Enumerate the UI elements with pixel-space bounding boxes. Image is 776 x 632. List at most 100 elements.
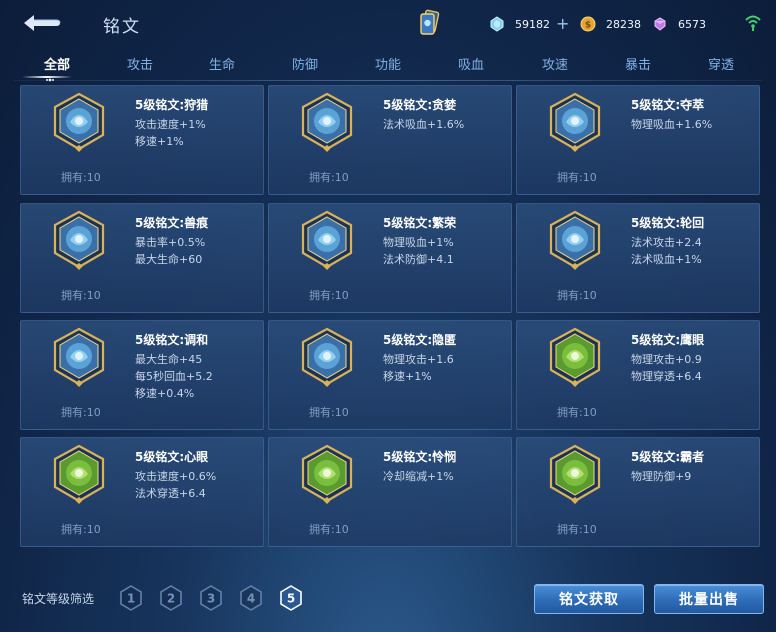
rune-attribute: 最大生命+45 bbox=[135, 353, 203, 366]
rune-attribute: 法术吸血+1% bbox=[631, 253, 702, 266]
greed-rune-icon bbox=[301, 92, 353, 152]
rune-card[interactable]: 5级铭文:隐匿 物理攻击+1.6 移速+1% 拥有:10 bbox=[268, 320, 512, 430]
rune-card[interactable]: 5级铭文:鹰眼 物理攻击+0.9 物理穿透+6.4 拥有:10 bbox=[516, 320, 760, 430]
rune-attribute: 移速+0.4% bbox=[135, 387, 195, 400]
rune-owned-count: 拥有:10 bbox=[61, 289, 101, 302]
tab-penetration[interactable]: 穿透 bbox=[708, 54, 734, 73]
rune-card[interactable]: 5级铭文:怜悯 冷却缩减+1% 拥有:10 bbox=[268, 437, 512, 547]
svg-text:$: $ bbox=[585, 21, 591, 31]
rune-name: 5级铭文:兽痕 bbox=[135, 216, 209, 230]
mind-eye-rune-icon bbox=[53, 444, 105, 504]
category-tabs: 全部 攻击 生命 防御 功能 吸血 攻速 暴击 穿透 bbox=[0, 48, 776, 82]
rune-name: 5级铭文:狩猎 bbox=[135, 98, 209, 112]
rune-attribute: 移速+1% bbox=[135, 135, 184, 148]
level-filter-1[interactable]: 1 bbox=[119, 585, 143, 611]
level-filter-label: 铭文等级筛选 bbox=[22, 592, 95, 606]
rune-attribute: 法术吸血+1.6% bbox=[383, 118, 465, 131]
voucher-gem-icon bbox=[654, 17, 666, 31]
rune-attribute: 物理穿透+6.4 bbox=[631, 370, 702, 383]
rune-owned-count: 拥有:10 bbox=[61, 406, 101, 419]
tab-all[interactable]: 全部 bbox=[44, 54, 70, 73]
rune-card[interactable]: 5级铭文:霸者 物理防御+9 拥有:10 bbox=[516, 437, 760, 547]
rune-card[interactable]: 5级铭文:夺萃 物理吸血+1.6% 拥有:10 bbox=[516, 85, 760, 195]
voucher-balance: 6573 bbox=[652, 15, 706, 33]
hawkeye-rune-icon bbox=[549, 327, 601, 387]
tab-attack-speed[interactable]: 攻速 bbox=[542, 54, 568, 73]
tab-attack[interactable]: 攻击 bbox=[127, 54, 153, 73]
overlord-rune-icon bbox=[549, 444, 601, 504]
rune-attribute: 物理吸血+1% bbox=[383, 236, 454, 249]
level-filter-2[interactable]: 2 bbox=[159, 585, 183, 611]
rune-name: 5级铭文:调和 bbox=[135, 333, 209, 347]
level-filter-number: 4 bbox=[247, 592, 255, 606]
tab-divider bbox=[14, 80, 762, 81]
rune-card[interactable]: 5级铭文:狩猎 攻击速度+1% 移速+1% 拥有:10 bbox=[20, 85, 264, 195]
level-filter-3[interactable]: 3 bbox=[199, 585, 223, 611]
rune-owned-count: 拥有:10 bbox=[309, 289, 349, 302]
mercy-rune-icon bbox=[301, 444, 353, 504]
rune-name: 5级铭文:鹰眼 bbox=[631, 333, 705, 347]
tab-defense[interactable]: 防御 bbox=[292, 54, 318, 73]
rune-card[interactable]: 5级铭文:调和 最大生命+45 每5秒回血+5.2 移速+0.4% 拥有:10 bbox=[20, 320, 264, 430]
rune-name: 5级铭文:霸者 bbox=[631, 450, 705, 464]
rune-name: 5级铭文:繁荣 bbox=[383, 216, 457, 230]
rune-attribute: 最大生命+60 bbox=[135, 253, 203, 266]
rune-name: 5级铭文:轮回 bbox=[631, 216, 705, 230]
diamond-balance: 59182 + bbox=[489, 15, 569, 33]
rune-attribute: 移速+1% bbox=[383, 370, 432, 383]
level-filter-number: 3 bbox=[207, 592, 215, 606]
batch-sell-button[interactable]: 批量出售 bbox=[654, 584, 764, 614]
rune-attribute: 每5秒回血+5.2 bbox=[135, 370, 213, 383]
gold-balance: $ 28238 bbox=[580, 15, 641, 33]
rune-attribute: 物理防御+9 bbox=[631, 470, 692, 483]
rune-attribute: 法术防御+4.1 bbox=[383, 253, 454, 266]
rune-name: 5级铭文:怜悯 bbox=[383, 450, 457, 464]
page-title: 铭文 bbox=[103, 17, 141, 37]
rune-attribute: 物理攻击+1.6 bbox=[383, 353, 454, 366]
rune-attribute: 冷却缩减+1% bbox=[383, 470, 454, 483]
rune-owned-count: 拥有:10 bbox=[309, 171, 349, 184]
tab-lifesteal[interactable]: 吸血 bbox=[458, 54, 484, 73]
beast-mark-rune-icon bbox=[53, 210, 105, 270]
stealth-rune-icon bbox=[301, 327, 353, 387]
rune-owned-count: 拥有:10 bbox=[61, 171, 101, 184]
back-arrow-icon[interactable] bbox=[20, 10, 64, 36]
rune-attribute: 攻击速度+0.6% bbox=[135, 470, 217, 483]
rune-attribute: 暴击率+0.5% bbox=[135, 236, 206, 249]
rune-card[interactable]: 5级铭文:繁荣 物理吸血+1% 法术防御+4.1 拥有:10 bbox=[268, 203, 512, 313]
rune-owned-count: 拥有:10 bbox=[557, 523, 597, 536]
rune-obtain-button[interactable]: 铭文获取 bbox=[534, 584, 644, 614]
tab-utility[interactable]: 功能 bbox=[375, 54, 401, 73]
rune-card[interactable]: 5级铭文:心眼 攻击速度+0.6% 法术穿透+6.4 拥有:10 bbox=[20, 437, 264, 547]
rune-name: 5级铭文:贪婪 bbox=[383, 98, 457, 112]
diamond-icon bbox=[490, 16, 504, 32]
rune-card[interactable]: 5级铭文:贪婪 法术吸血+1.6% 拥有:10 bbox=[268, 85, 512, 195]
hunt-rune-icon bbox=[53, 92, 105, 152]
plunder-rune-icon bbox=[549, 92, 601, 152]
rune-card[interactable]: 5级铭文:兽痕 暴击率+0.5% 最大生命+60 拥有:10 bbox=[20, 203, 264, 313]
tab-crit[interactable]: 暴击 bbox=[625, 54, 651, 73]
tab-health[interactable]: 生命 bbox=[209, 54, 235, 73]
diamond-count: 59182 bbox=[515, 17, 550, 31]
voucher-count: 6573 bbox=[678, 17, 706, 31]
level-filter-number: 1 bbox=[127, 592, 135, 606]
rune-name: 5级铭文:夺萃 bbox=[631, 98, 705, 112]
rune-name: 5级铭文:隐匿 bbox=[383, 333, 457, 347]
rune-attribute: 物理攻击+0.9 bbox=[631, 353, 702, 366]
rune-owned-count: 拥有:10 bbox=[61, 523, 101, 536]
prosperity-rune-icon bbox=[301, 210, 353, 270]
level-filter-4[interactable]: 4 bbox=[239, 585, 263, 611]
rune-card[interactable]: 5级铭文:轮回 法术攻击+2.4 法术吸血+1% 拥有:10 bbox=[516, 203, 760, 313]
rune-attribute: 法术穿透+6.4 bbox=[135, 487, 206, 500]
rune-owned-count: 拥有:10 bbox=[557, 171, 597, 184]
card-deck-icon[interactable] bbox=[418, 9, 440, 37]
harmony-rune-icon bbox=[53, 327, 105, 387]
gold-coin-icon: $ bbox=[580, 16, 596, 32]
add-diamond-button[interactable]: + bbox=[556, 16, 569, 32]
rune-attribute: 攻击速度+1% bbox=[135, 118, 206, 131]
signal-icon bbox=[745, 15, 761, 31]
level-filter-5[interactable]: 5 bbox=[279, 585, 303, 611]
rune-owned-count: 拥有:10 bbox=[309, 523, 349, 536]
rune-name: 5级铭文:心眼 bbox=[135, 450, 209, 464]
level-filter-number: 2 bbox=[167, 592, 175, 606]
